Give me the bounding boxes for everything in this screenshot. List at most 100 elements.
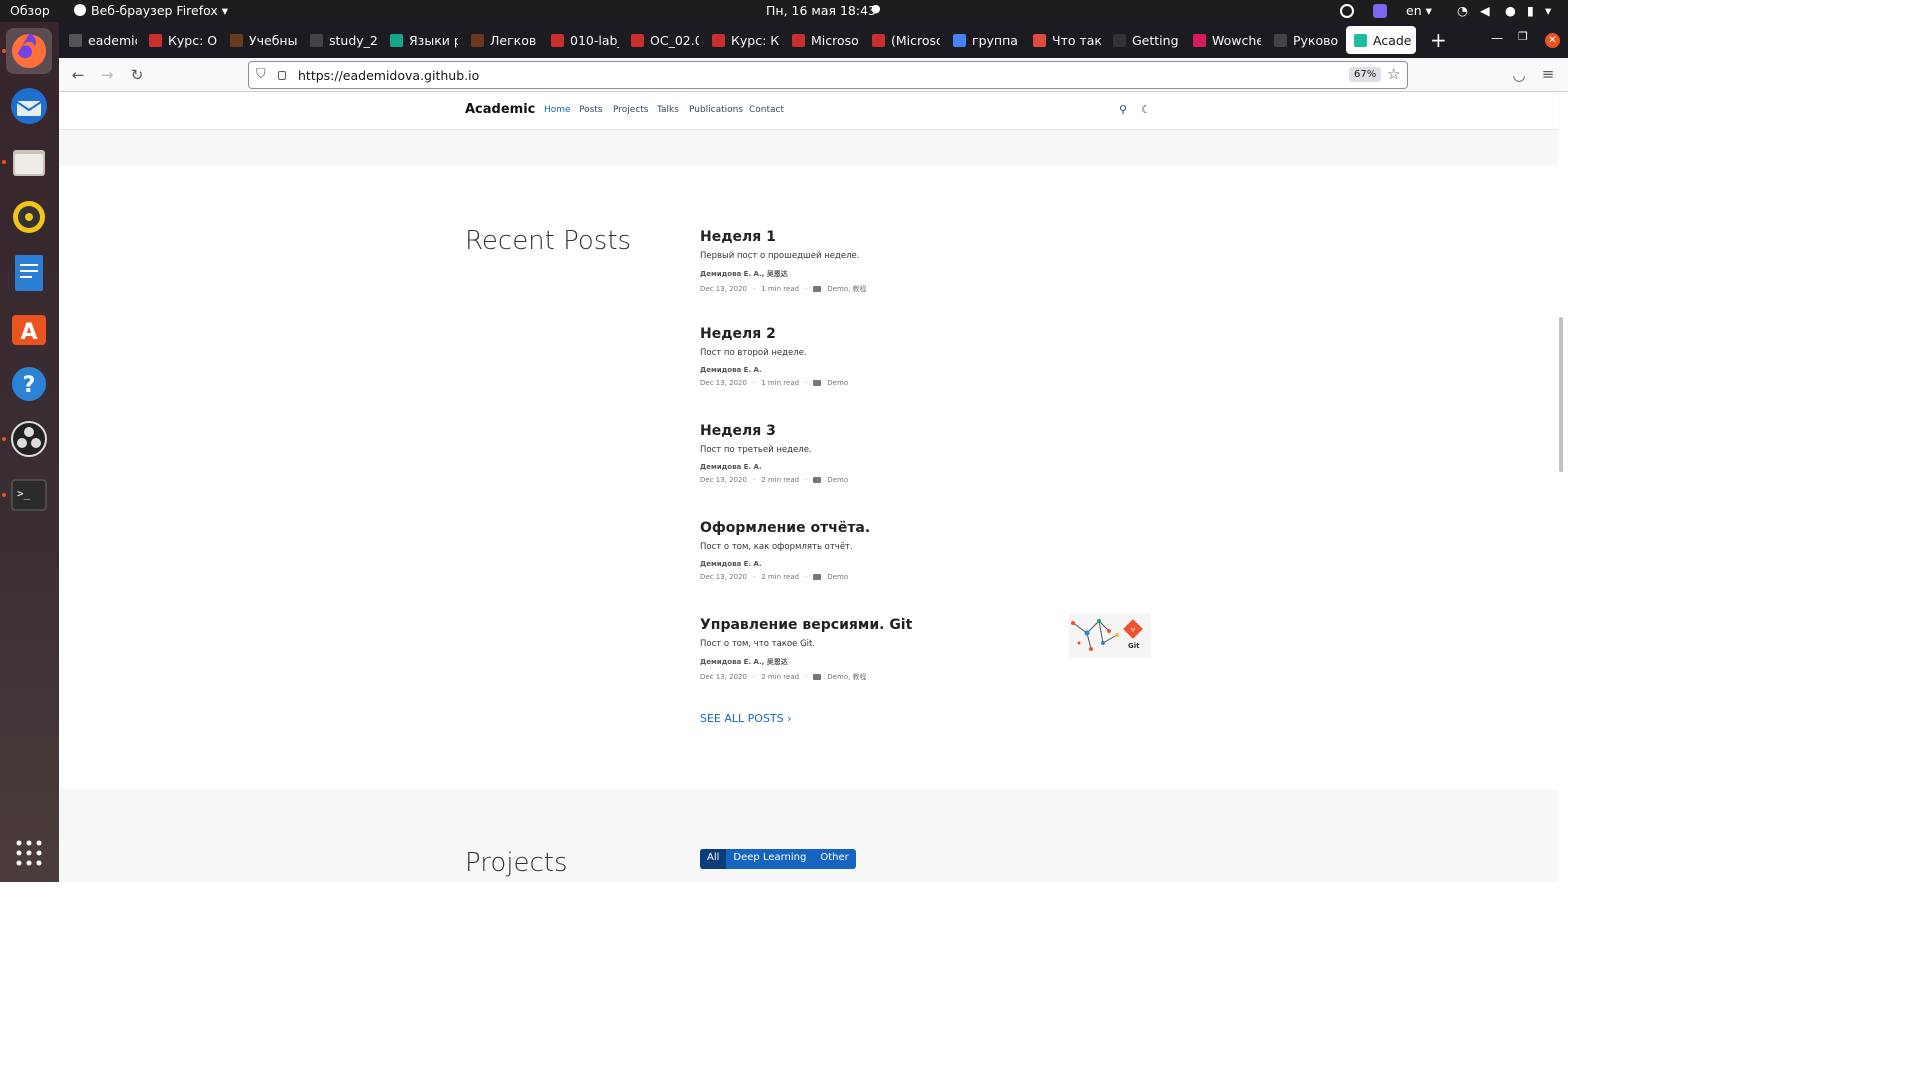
clock[interactable]: Пн, 16 мая 18:43 (766, 3, 876, 18)
post-title[interactable]: Оформление отчёта. (700, 520, 1160, 536)
git-thumbnail[interactable]: ⑂ Git (1069, 613, 1151, 658)
post-authors[interactable]: Демидова Е. А., 吴恩达 (700, 269, 1160, 279)
post-meta: Dec 13, 2020 · 1 min read · Demo (700, 379, 1160, 387)
search-icon[interactable]: ⚲ (1119, 103, 1127, 116)
app-menu[interactable]: Веб-браузер Firefox ▾ (74, 3, 228, 18)
see-all-posts-link[interactable]: SEE ALL POSTS › (700, 712, 792, 725)
forward-arrow-icon[interactable]: → (99, 67, 115, 83)
nav-link-projects[interactable]: Projects (613, 105, 648, 115)
page-scrollbar[interactable] (1559, 317, 1563, 472)
files-dock-button[interactable] (6, 139, 52, 185)
nav-link-posts[interactable]: Posts (579, 105, 603, 115)
microphone-icon[interactable]: ● (1505, 3, 1516, 18)
filter-other-button[interactable]: Other (813, 849, 855, 869)
keyboard-layout[interactable]: en ▾ (1406, 3, 1432, 18)
obs-dock-button[interactable] (6, 416, 52, 462)
browser-tab[interactable]: группа (945, 26, 1021, 54)
nav-link-talks[interactable]: Talks (657, 105, 679, 115)
close-window-icon[interactable]: ✕ (1545, 33, 1560, 48)
post-categories[interactable]: Demo (827, 379, 848, 387)
post-title[interactable]: Неделя 2 (700, 326, 1160, 342)
post-date: Dec 13, 2020 (700, 673, 747, 681)
browser-tab[interactable]: Wowche (1185, 26, 1261, 54)
post-item: Неделя 2 Пост по второй неделе. Демидова Е… (700, 326, 1160, 387)
browser-tab[interactable]: Курс: К (704, 26, 780, 54)
filter-all-button[interactable]: All (700, 849, 727, 869)
browser-tab[interactable]: OC_02.0 (623, 26, 699, 54)
thunderbird-dock-button[interactable] (6, 83, 52, 129)
tab-label: eademic (88, 32, 137, 48)
new-tab-plus-icon[interactable]: + (1430, 28, 1447, 52)
volume-icon[interactable]: ◀ (1480, 3, 1490, 18)
browser-tab[interactable]: Курс: О (141, 26, 217, 54)
url-text[interactable]: https://eademidova.github.io (298, 68, 479, 83)
reload-icon[interactable]: ↻ (129, 67, 145, 83)
folder-icon (813, 380, 822, 386)
zoom-badge[interactable]: 67% (1349, 67, 1382, 82)
back-arrow-icon[interactable]: ← (70, 67, 86, 83)
browser-tab[interactable]: Acade✕ (1346, 26, 1416, 54)
show-apps-button[interactable] (6, 830, 52, 876)
filter-deep-learning-button[interactable]: Deep Learning (726, 849, 813, 869)
browser-tab[interactable]: Что так (1025, 26, 1101, 54)
site-brand[interactable]: Academic (465, 102, 535, 117)
post-title[interactable]: Неделя 3 (700, 423, 1160, 439)
chevron-down-icon[interactable]: ▾ (1545, 3, 1551, 18)
browser-tab[interactable]: Учебны (222, 26, 298, 54)
tab-label: Что так (1052, 32, 1101, 48)
browser-tab[interactable]: 010-lab_ (543, 26, 619, 54)
tray-discord-icon[interactable] (1373, 4, 1387, 18)
firefox-dock-button[interactable] (6, 28, 52, 74)
browser-tab[interactable]: (Microsc (864, 26, 940, 54)
browser-tab[interactable]: Легков (463, 26, 539, 54)
post-authors[interactable]: Демидова Е. А. (700, 560, 1160, 568)
help-dock-button[interactable]: ? (6, 361, 52, 407)
files-icon (13, 150, 45, 176)
hamburger-menu-icon[interactable]: ≡ (1540, 66, 1556, 82)
lock-icon[interactable] (278, 71, 286, 80)
tray-app-icon[interactable] (1340, 4, 1354, 18)
shield-icon[interactable]: ⛉ (256, 67, 266, 82)
minimize-icon[interactable]: — (1491, 31, 1503, 45)
url-bar[interactable]: ⛉ https://eademidova.github.io 67% ☆ (248, 61, 1408, 89)
browser-tab[interactable]: Getting (1105, 26, 1181, 54)
post-date: Dec 13, 2020 (700, 379, 747, 387)
terminal-dock-button[interactable]: >_ (6, 472, 52, 518)
activities-button[interactable]: Обзор (10, 3, 50, 18)
browser-tab[interactable]: Языки р (382, 26, 458, 54)
post-authors[interactable]: Демидова Е. А. (700, 366, 1160, 374)
restore-icon[interactable]: ❐ (1518, 30, 1528, 43)
web-page: Academic Home Posts Projects Talks Publi… (59, 92, 1568, 882)
writer-dock-button[interactable] (6, 250, 52, 296)
browser-tab[interactable]: Руково (1266, 26, 1342, 54)
post-categories[interactable]: Demo (827, 573, 848, 581)
pocket-icon[interactable]: ◡ (1511, 67, 1527, 83)
tab-label: группа (972, 32, 1018, 48)
dark-mode-moon-icon[interactable]: ☾ (1141, 103, 1151, 116)
post-categories[interactable]: Demo, 教程 (827, 672, 866, 682)
browser-tab[interactable]: eademic (61, 26, 137, 54)
post-categories[interactable]: Demo (827, 476, 848, 484)
meta-separator: · (805, 573, 808, 581)
battery-icon[interactable]: ▮ (1527, 3, 1534, 18)
post-item: Неделя 1 Первый пост о прошедшей неделе. Д… (700, 229, 1160, 294)
nav-link-publications[interactable]: Publications (689, 105, 743, 115)
post-authors[interactable]: Демидова Е. А. (700, 463, 1160, 471)
navigation-toolbar: ← → ↻ ⛉ https://eademidova.github.io 67%… (59, 58, 1568, 92)
rhythmbox-dock-button[interactable] (6, 194, 52, 240)
nav-link-home[interactable]: Home (544, 105, 571, 115)
wifi-icon[interactable]: ◔ (1457, 3, 1468, 18)
browser-tab[interactable]: study_2 (302, 26, 378, 54)
software-dock-button[interactable]: A (6, 305, 52, 351)
post-authors[interactable]: Демидова Е. А., 吴恩达 (700, 657, 1160, 667)
post-categories[interactable]: Demo, 教程 (827, 284, 866, 294)
tab-favicon-icon (1113, 33, 1126, 47)
bookmark-star-icon[interactable]: ☆ (1387, 65, 1400, 83)
nav-link-contact[interactable]: Contact (749, 105, 784, 115)
tab-label: Microso (811, 32, 859, 48)
tab-label: Легков (490, 32, 537, 48)
git-label: Git (1128, 642, 1140, 650)
browser-tab[interactable]: Microso (784, 26, 860, 54)
post-title[interactable]: Неделя 1 (700, 229, 1160, 245)
keyboard-layout-label: en (1406, 3, 1422, 18)
